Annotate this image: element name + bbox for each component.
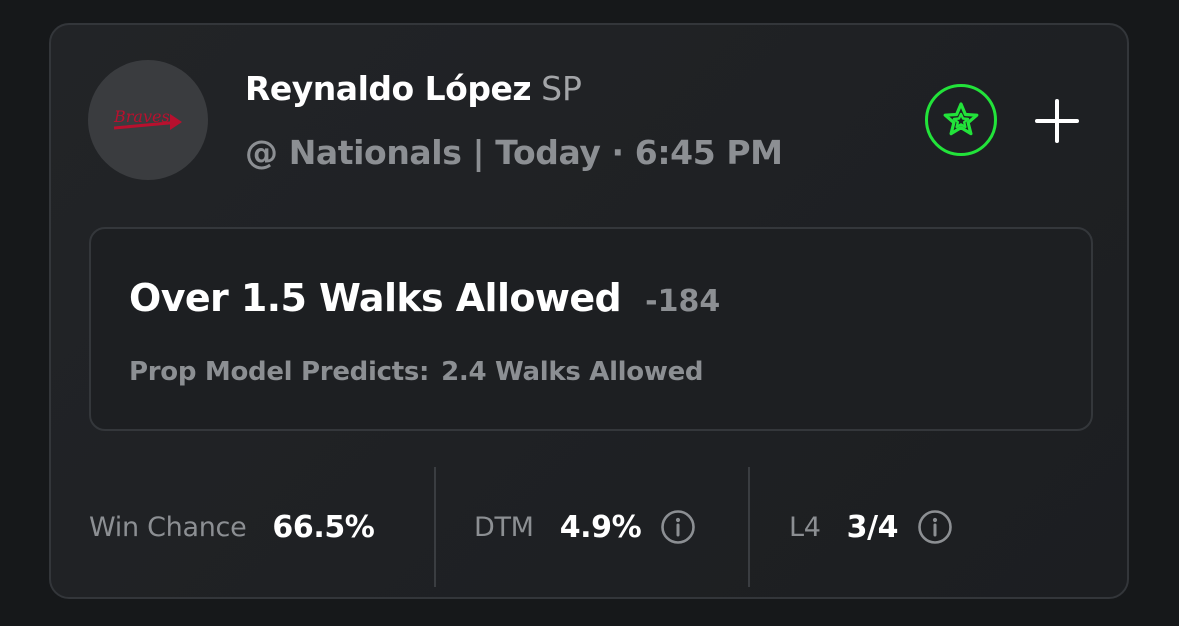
stat-label: L4 xyxy=(789,511,821,543)
info-icon[interactable] xyxy=(916,508,954,546)
stat-value: 66.5% xyxy=(272,509,375,545)
model-prediction: Prop Model Predicts: 2.4 Walks Allowed xyxy=(129,354,704,390)
stat-label: Win Chance xyxy=(89,511,247,543)
stat-dtm: DTM 4.9% xyxy=(474,465,697,589)
plus-icon xyxy=(1035,99,1079,143)
stat-label: DTM xyxy=(474,511,534,543)
prop-details[interactable]: Over 1.5 Walks Allowed -184 Prop Model Pr… xyxy=(89,227,1093,431)
player-header: Reynaldo López SP xyxy=(245,69,582,115)
stat-divider xyxy=(434,467,436,587)
player-name: Reynaldo López xyxy=(245,69,532,108)
braves-logo-icon: Braves xyxy=(113,107,182,130)
player-position: SP xyxy=(541,69,582,108)
star-icon xyxy=(943,102,979,136)
prediction-label: Prop Model Predicts: xyxy=(129,357,430,387)
stat-win-chance: Win Chance 66.5% xyxy=(89,465,375,589)
stats-row: Win Chance 66.5% DTM 4.9% L4 3/4 xyxy=(51,465,1127,589)
stat-value: 4.9% xyxy=(559,509,642,545)
team-logo: Braves xyxy=(88,60,208,180)
stat-l4: L4 3/4 xyxy=(789,465,954,589)
prop-title: Over 1.5 Walks Allowed -184 xyxy=(129,276,720,328)
prediction-value: 2.4 Walks Allowed xyxy=(441,357,704,387)
prop-label: Over 1.5 Walks Allowed xyxy=(129,276,622,320)
add-to-betslip-button[interactable] xyxy=(1029,93,1085,149)
prop-odds: -184 xyxy=(645,284,721,319)
svg-text:Braves: Braves xyxy=(113,107,170,126)
info-icon[interactable] xyxy=(659,508,697,546)
stat-value: 3/4 xyxy=(846,509,899,545)
game-info: @ Nationals | Today · 6:45 PM xyxy=(245,133,783,172)
favorite-button[interactable] xyxy=(925,84,997,156)
stat-divider xyxy=(748,467,750,587)
player-prop-card[interactable]: Braves Reynaldo López SP @ Nationals | To… xyxy=(49,23,1129,599)
